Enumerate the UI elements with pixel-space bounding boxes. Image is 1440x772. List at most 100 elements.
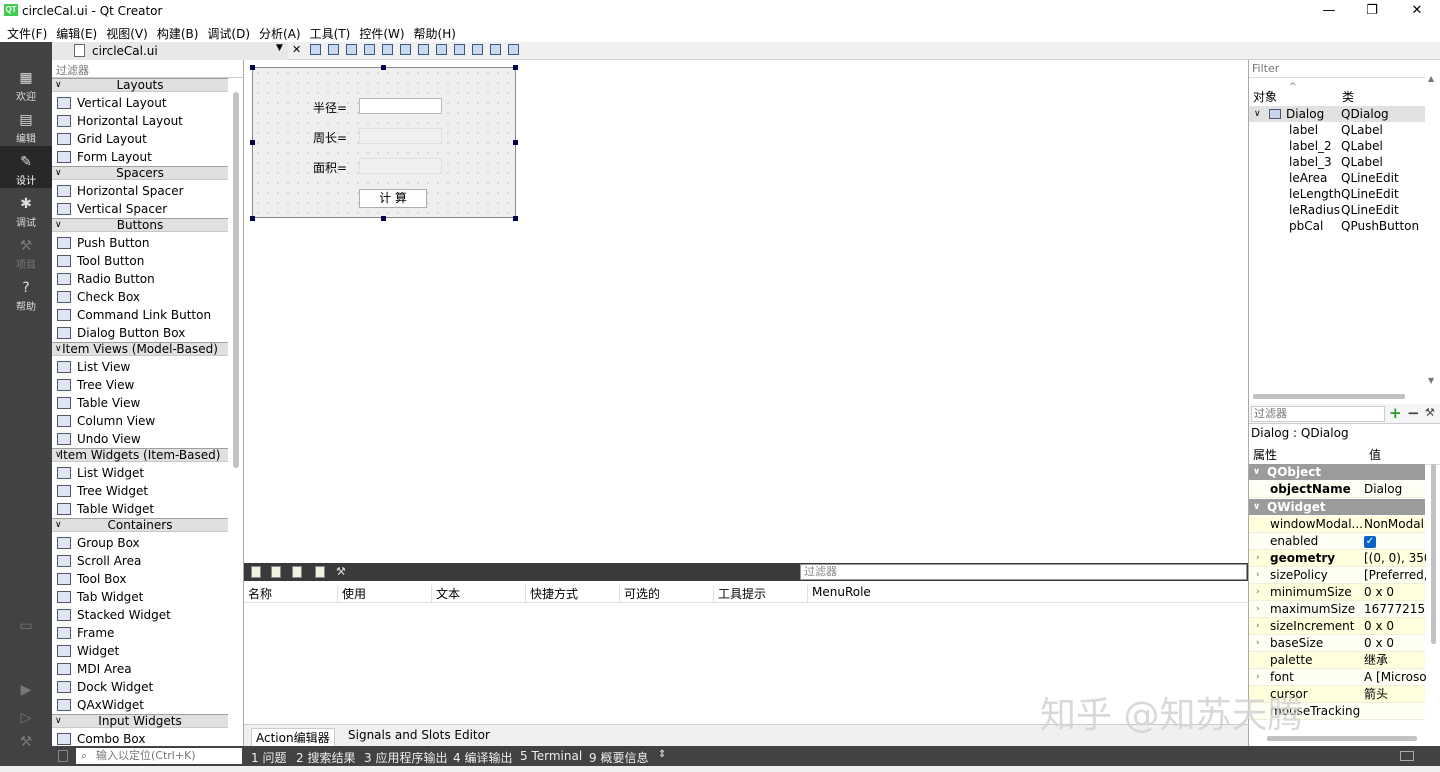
dialog-form[interactable]: 半径= 周长= 面积= 计 算 — [252, 67, 516, 218]
resize-handle[interactable] — [250, 216, 255, 221]
widget-item[interactable]: Table View — [52, 394, 228, 412]
menu-tools[interactable]: 工具(T) — [307, 22, 354, 42]
chevron-right-icon[interactable]: › — [1256, 669, 1260, 686]
output-tab-search-results[interactable]: 2 搜索结果 — [296, 749, 355, 766]
mode-debug[interactable]: ✱ 调试 — [0, 188, 52, 230]
layout-form-icon[interactable] — [454, 44, 465, 55]
menu-analyze[interactable]: 分析(A) — [256, 22, 304, 42]
scroll-up-icon[interactable]: ▲ — [1428, 74, 1434, 83]
locator-input[interactable]: ⌕ 输入以定位(Ctrl+K) — [76, 748, 242, 764]
configure-icon[interactable]: ⚒ — [1425, 406, 1435, 419]
widget-item[interactable]: Dock Widget — [52, 678, 228, 696]
perimeter-line-edit[interactable] — [359, 128, 442, 144]
build-icon[interactable]: ⚒ — [0, 726, 52, 750]
chevron-right-icon[interactable]: › — [1256, 567, 1260, 584]
property-editor-scrollbar[interactable] — [1431, 464, 1436, 644]
mode-help[interactable]: ? 帮助 — [0, 272, 52, 314]
layout-horizontal-icon[interactable] — [382, 44, 393, 55]
property-row[interactable]: › baseSize 0 x 0 — [1249, 635, 1425, 652]
col-class[interactable]: 类 — [1342, 88, 1354, 105]
chevron-right-icon[interactable]: › — [1256, 618, 1260, 635]
property-row[interactable]: › geometry [(0, 0), 350 — [1249, 550, 1426, 567]
sidebar-toggle-icon[interactable] — [58, 750, 68, 762]
widget-filter-input[interactable]: 过滤器 — [52, 60, 243, 78]
file-tab[interactable]: circleCal.ui ▼ ✕ — [52, 42, 301, 60]
chevron-down-icon[interactable]: ▼ — [276, 43, 283, 53]
layout-vertical-icon[interactable] — [400, 44, 411, 55]
output-tab-terminal[interactable]: 5 Terminal — [520, 749, 582, 763]
enabled-checkbox[interactable]: ✓ — [1364, 535, 1376, 548]
output-tab-issues[interactable]: 1 问题 — [251, 749, 286, 766]
area-label[interactable]: 面积= — [313, 159, 347, 176]
widget-item[interactable]: Tab Widget — [52, 588, 228, 606]
widget-item[interactable]: Radio Button — [52, 270, 228, 288]
object-row[interactable]: leRadius QLineEdit — [1249, 202, 1425, 218]
new-action-icon[interactable] — [251, 566, 261, 578]
edit-signals-icon[interactable] — [328, 44, 339, 55]
edit-buddies-icon[interactable] — [346, 44, 357, 55]
widget-category-header[interactable]: ∨ Layouts — [52, 78, 228, 92]
property-row[interactable]: › sizeIncrement 0 x 0 — [1249, 618, 1425, 635]
action-filter-input[interactable]: 过滤器 — [800, 564, 1247, 580]
chevron-right-icon[interactable]: › — [1256, 635, 1260, 652]
adjust-size-icon[interactable] — [508, 44, 519, 55]
paste-action-icon[interactable] — [292, 566, 302, 578]
widget-category-header[interactable]: ∨ Buttons — [52, 218, 228, 232]
col-tooltip[interactable]: 工具提示 — [714, 585, 808, 603]
widget-category-header[interactable]: ∨ Containers — [52, 518, 228, 532]
mode-welcome[interactable]: ▦ 欢迎 — [0, 62, 52, 104]
widget-item[interactable]: Tool Box — [52, 570, 228, 588]
widget-item[interactable]: Vertical Layout — [52, 94, 228, 112]
widget-item[interactable]: Tool Button — [52, 252, 228, 270]
menu-debug[interactable]: 调试(D) — [204, 22, 253, 42]
object-row[interactable]: leLength QLineEdit — [1249, 186, 1425, 202]
widget-item[interactable]: MDI Area — [52, 660, 228, 678]
layout-grid-icon[interactable] — [472, 44, 483, 55]
widget-item[interactable]: List Widget — [52, 464, 228, 482]
widget-item[interactable]: Scroll Area — [52, 552, 228, 570]
widget-item[interactable]: Table Widget — [52, 500, 228, 518]
object-row[interactable]: label QLabel — [1249, 122, 1425, 138]
col-object[interactable]: 对象 — [1253, 88, 1277, 105]
col-value[interactable]: 值 — [1369, 446, 1381, 463]
menu-help[interactable]: 帮助(H) — [411, 22, 459, 42]
resize-handle[interactable] — [250, 140, 255, 145]
menu-file[interactable]: 文件(F) — [4, 22, 50, 42]
col-name[interactable]: 名称 — [244, 585, 338, 603]
property-row[interactable]: › sizePolicy [Preferred, — [1249, 567, 1426, 584]
object-row[interactable]: label_2 QLabel — [1249, 138, 1425, 154]
property-row[interactable]: windowModal... NonModal — [1249, 516, 1425, 533]
col-text[interactable]: 文本 — [432, 585, 526, 603]
object-inspector-h-scrollbar[interactable] — [1253, 394, 1405, 399]
chevron-right-icon[interactable]: › — [1256, 601, 1260, 618]
property-group-qobject[interactable]: ∨ QObject — [1249, 464, 1425, 480]
layout-h-splitter-icon[interactable] — [418, 44, 429, 55]
updown-arrow-icon[interactable]: ⇕ — [658, 749, 666, 760]
widget-category-header[interactable]: ∨ Spacers — [52, 166, 228, 180]
calculate-button[interactable]: 计 算 — [359, 189, 427, 208]
widget-item[interactable]: Horizontal Spacer — [52, 182, 228, 200]
radius-label[interactable]: 半径= — [313, 99, 347, 116]
widget-item[interactable]: Grid Layout — [52, 130, 228, 148]
menu-build[interactable]: 构建(B) — [154, 22, 202, 42]
mode-projects[interactable]: ⚒ 项目 — [0, 230, 52, 272]
edit-tab-order-icon[interactable] — [364, 44, 375, 55]
monitor-icon[interactable]: ▭ — [0, 610, 52, 640]
property-group-qwidget[interactable]: ∨ QWidget — [1249, 499, 1425, 515]
widget-category-header[interactable]: ∨ Input Widgets — [52, 714, 228, 728]
property-row[interactable]: › font A [Microso — [1249, 669, 1426, 686]
perimeter-label[interactable]: 周长= — [313, 129, 347, 146]
widget-item[interactable]: Widget — [52, 642, 228, 660]
layout-v-splitter-icon[interactable] — [436, 44, 447, 55]
col-shortcut[interactable]: 快捷方式 — [526, 585, 620, 603]
delete-action-icon[interactable] — [315, 566, 325, 578]
col-checkable[interactable]: 可选的 — [620, 585, 714, 603]
resize-handle[interactable] — [381, 65, 386, 70]
widget-item[interactable]: Combo Box — [52, 730, 228, 746]
widget-item[interactable]: Stacked Widget — [52, 606, 228, 624]
resize-handle[interactable] — [513, 140, 518, 145]
menu-view[interactable]: 视图(V) — [103, 22, 151, 42]
widget-item[interactable]: Check Box — [52, 288, 228, 306]
resize-handle[interactable] — [513, 216, 518, 221]
widget-item[interactable]: QAxWidget — [52, 696, 228, 714]
